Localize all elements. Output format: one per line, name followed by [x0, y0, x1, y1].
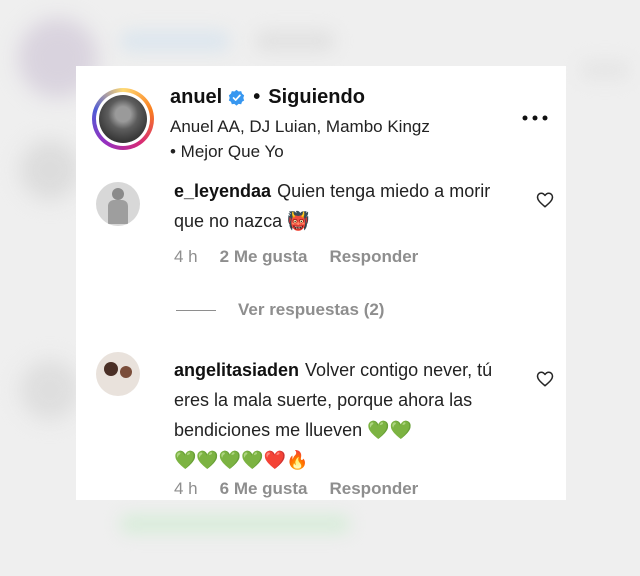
more-horizontal-icon[interactable]: [520, 108, 550, 128]
hearts-emoji-row: 💚💚💚💚❤️🔥: [174, 450, 309, 470]
verified-badge-icon: [229, 89, 245, 106]
comment-likes[interactable]: 6 Me gusta: [220, 479, 308, 499]
comment-body: angelitasiaden Volver contigo never, tú e…: [174, 355, 524, 475]
follow-status-button[interactable]: Siguiendo: [268, 86, 365, 109]
green-hearts-emoji: 💚💚: [367, 420, 412, 440]
post-title-line: anuel • Siguiendo: [170, 86, 365, 109]
comment-time: 4 h: [174, 479, 198, 498]
comment-meta: 4 h 6 Me gusta Responder: [174, 479, 440, 499]
comment-body: e_leyendaa Quien tenga miedo a morir que …: [174, 176, 504, 236]
reply-button[interactable]: Responder: [330, 247, 419, 267]
post-header: anuel • Siguiendo Anuel AA, DJ Luian, Ma…: [76, 66, 566, 172]
heart-outline-icon[interactable]: [536, 370, 554, 388]
view-replies-button[interactable]: Ver respuestas (2): [176, 300, 384, 320]
demon-emoji: 👹: [287, 211, 310, 231]
avatar-photo: [99, 95, 147, 143]
post-username[interactable]: anuel: [170, 86, 222, 109]
comment-avatar[interactable]: [96, 352, 140, 396]
separator-dot: •: [253, 86, 261, 108]
comment-meta: 4 h 2 Me gusta Responder: [174, 247, 440, 267]
replies-divider: [176, 309, 216, 311]
comment-avatar[interactable]: [96, 182, 140, 226]
comment-time: 4 h: [174, 247, 198, 266]
view-replies-label: Ver respuestas (2): [238, 300, 385, 319]
comment-username[interactable]: e_leyendaa: [174, 181, 271, 201]
reply-button[interactable]: Responder: [330, 479, 419, 499]
story-avatar[interactable]: [92, 88, 154, 150]
comment-likes[interactable]: 2 Me gusta: [220, 247, 308, 267]
song-info[interactable]: Anuel AA, DJ Luian, Mambo Kingz • Mejor …: [170, 114, 430, 164]
comment-username[interactable]: angelitasiaden: [174, 360, 299, 380]
comments-card: anuel • Siguiendo Anuel AA, DJ Luian, Ma…: [76, 66, 566, 500]
heart-outline-icon[interactable]: [536, 191, 554, 209]
